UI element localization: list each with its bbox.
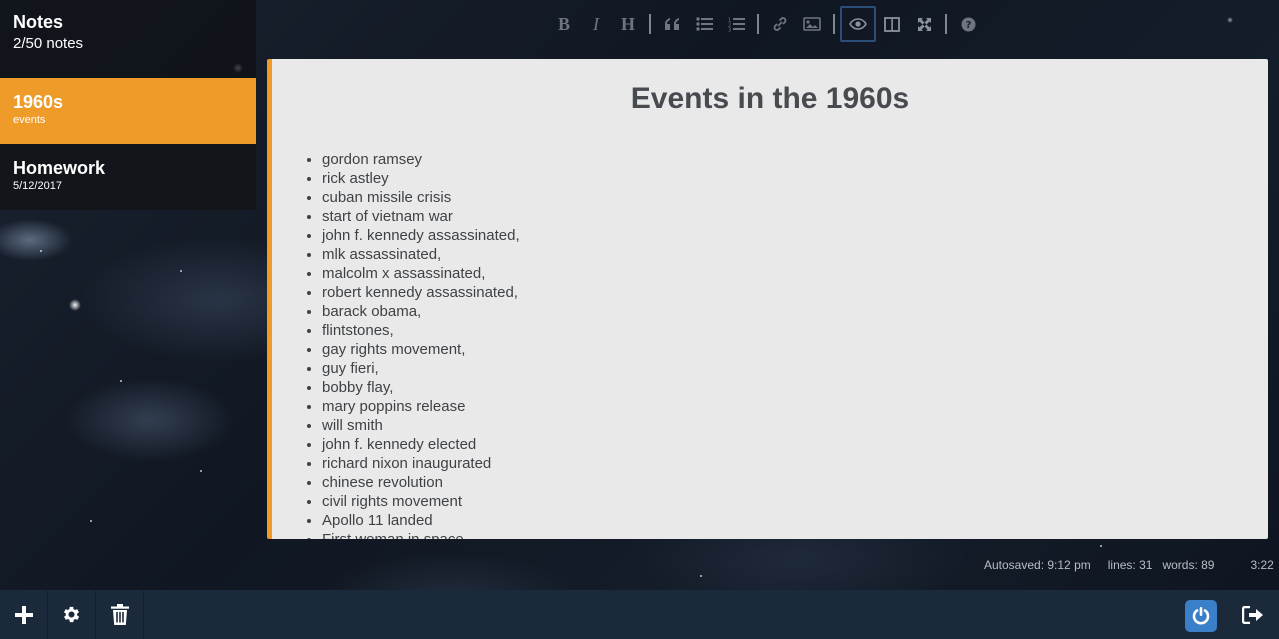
heading-button[interactable]: H <box>612 6 644 42</box>
list-item: john f. kennedy assassinated, <box>322 226 1268 245</box>
editor-toolbar: B I H 1 2 3 ? <box>548 6 984 42</box>
list-item: mlk assassinated, <box>322 245 1268 264</box>
cursor-position: 3:22 <box>1250 558 1274 572</box>
ordered-list-button[interactable]: 1 2 3 <box>720 6 752 42</box>
preview-icon <box>849 18 867 30</box>
fullscreen-button[interactable] <box>908 6 940 42</box>
list-item: gay rights movement, <box>322 340 1268 359</box>
list-item: Apollo 11 landed <box>322 511 1268 530</box>
side-by-side-button[interactable] <box>876 6 908 42</box>
unordered-list-icon <box>695 17 713 31</box>
star-decoration <box>700 575 702 577</box>
heading-icon: H <box>620 13 635 34</box>
bold-button[interactable]: B <box>548 6 580 42</box>
logout-button[interactable] <box>1236 598 1270 632</box>
status-bar: Autosaved: 9:12 pm lines: 31 words: 89 3… <box>984 558 1274 574</box>
add-icon <box>14 605 33 624</box>
list-item: rick astley <box>322 169 1268 188</box>
events-list: gordon ramseyrick astleycuban missile cr… <box>322 150 1268 539</box>
toolbar-separator <box>945 14 947 34</box>
link-button[interactable] <box>764 6 796 42</box>
power-button[interactable] <box>1185 600 1217 632</box>
settings-button[interactable] <box>48 590 96 639</box>
list-item: cuban missile crisis <box>322 188 1268 207</box>
list-item: bobby flay, <box>322 378 1268 397</box>
list-item: robert kennedy assassinated, <box>322 283 1268 302</box>
document-title: Events in the 1960s <box>630 82 910 115</box>
unordered-list-button[interactable] <box>688 6 720 42</box>
list-item: chinese revolution <box>322 473 1268 492</box>
italic-icon: I <box>593 13 599 34</box>
notes-sidebar: Notes 2/50 notes 1960s events Homework 5… <box>0 0 256 590</box>
quote-icon <box>665 18 679 30</box>
italic-button[interactable]: I <box>580 6 612 42</box>
link-icon <box>773 17 787 31</box>
delete-note-button[interactable] <box>96 590 144 639</box>
list-item: richard nixon inaugurated <box>322 454 1268 473</box>
trash-icon <box>110 604 129 625</box>
bold-icon: B <box>557 13 570 34</box>
list-item: start of vietnam war <box>322 207 1268 226</box>
side-by-side-icon <box>884 16 900 32</box>
app-window: Notes 2/50 notes 1960s events Homework 5… <box>0 0 1279 639</box>
preview-button[interactable] <box>840 6 876 42</box>
ordered-list-icon: 1 2 3 <box>728 17 745 32</box>
note-subtitle: 5/12/2017 <box>13 180 62 192</box>
fullscreen-icon <box>917 17 931 31</box>
toolbar-separator <box>757 14 759 34</box>
star-decoration <box>1100 545 1102 547</box>
add-note-button[interactable] <box>0 590 48 639</box>
list-item: malcolm x assassinated, <box>322 264 1268 283</box>
sidebar-title: Notes <box>13 12 64 32</box>
help-icon: ? <box>961 17 975 31</box>
list-item: barack obama, <box>322 302 1268 321</box>
note-subtitle: events <box>13 114 46 126</box>
list-item: john f. kennedy elected <box>322 435 1268 454</box>
note-title: 1960s <box>13 92 64 112</box>
note-count: 2/50 notes <box>13 35 84 52</box>
note-item-homework[interactable]: Homework 5/12/2017 <box>0 144 256 210</box>
power-icon <box>1192 607 1210 625</box>
settings-icon <box>63 606 80 623</box>
svg-text:?: ? <box>965 20 971 31</box>
note-item-1960s[interactable]: 1960s events <box>0 78 256 144</box>
quote-button[interactable] <box>656 6 688 42</box>
sidebar-header: Notes 2/50 notes <box>0 0 256 78</box>
image-icon <box>803 17 821 31</box>
list-item: flintstones, <box>322 321 1268 340</box>
help-button[interactable]: ? <box>952 6 984 42</box>
toolbar-separator <box>649 14 651 34</box>
note-title: Homework <box>13 158 106 178</box>
list-item: mary poppins release <box>322 397 1268 416</box>
list-item: guy fieri, <box>322 359 1268 378</box>
note-preview[interactable]: Events in the 1960s gordon ramseyrick as… <box>267 59 1268 539</box>
bottom-action-bar <box>0 590 1279 639</box>
svg-text:3: 3 <box>728 27 731 32</box>
list-item: will smith <box>322 416 1268 435</box>
list-item: First woman in space <box>322 530 1268 539</box>
list-item: civil rights movement <box>322 492 1268 511</box>
toolbar-separator <box>833 14 835 34</box>
image-button[interactable] <box>796 6 828 42</box>
autosave-status: Autosaved: 9:12 pm <box>984 558 1091 572</box>
logout-icon <box>1242 606 1263 624</box>
word-count: words: 89 <box>1162 558 1215 572</box>
list-item: gordon ramsey <box>322 150 1268 169</box>
line-count: lines: 31 <box>1107 558 1153 572</box>
